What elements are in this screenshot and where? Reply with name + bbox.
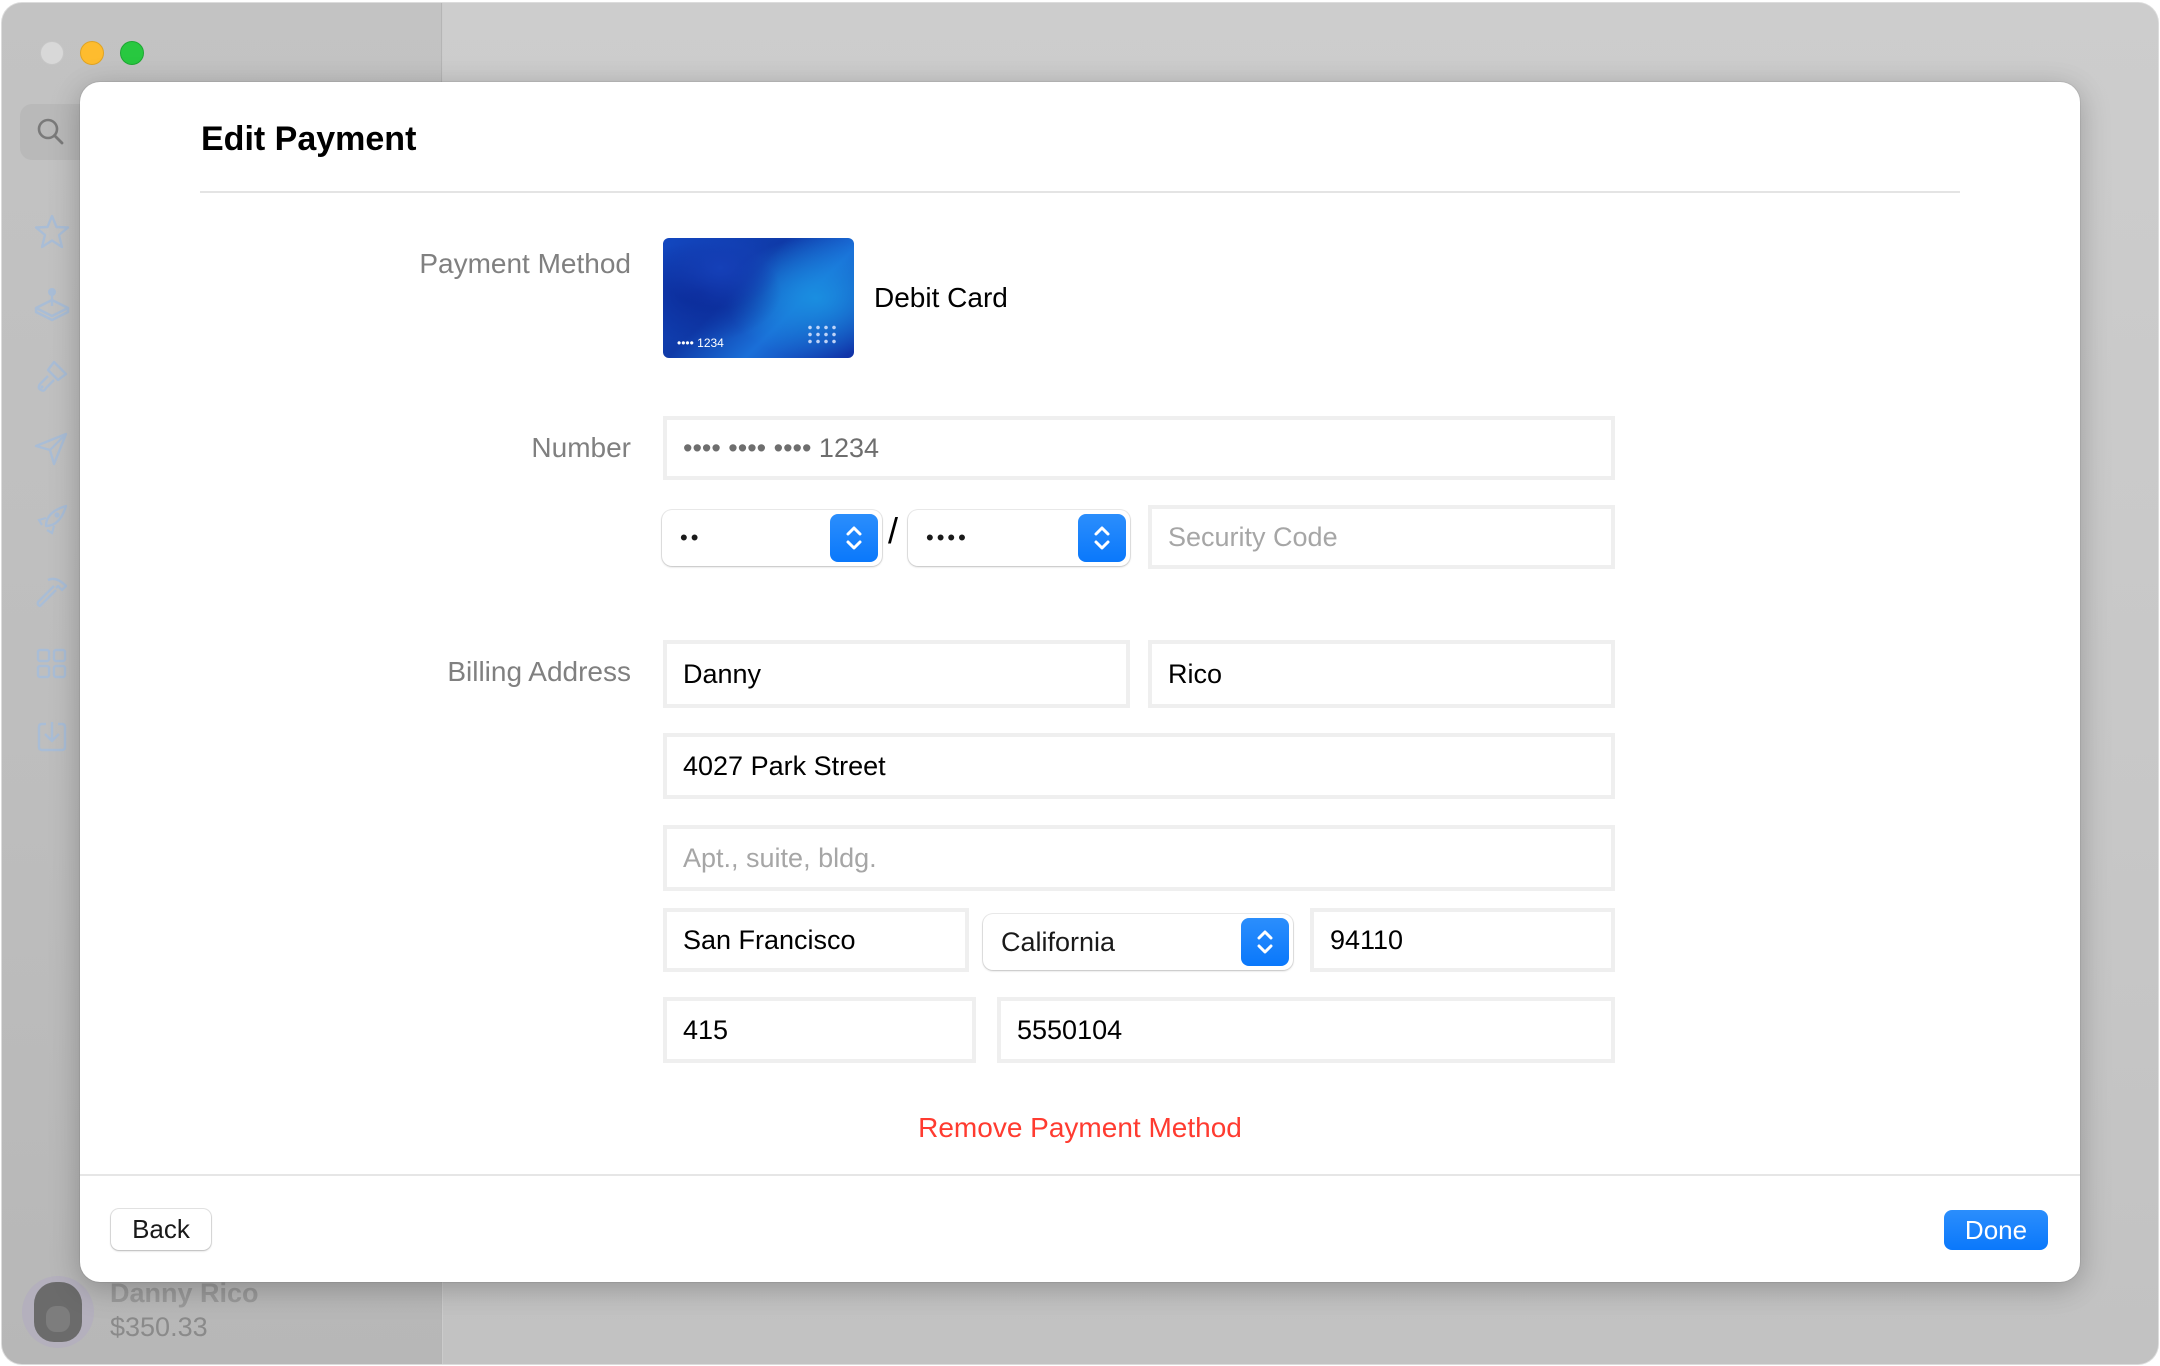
search-icon — [37, 118, 64, 145]
city-field[interactable]: San Francisco — [663, 908, 969, 972]
street-field[interactable]: 4027 Park Street — [663, 733, 1615, 799]
joystick-icon — [34, 288, 70, 322]
sidebar-item-work[interactable] — [32, 428, 72, 468]
header-divider — [200, 191, 1960, 193]
phone-field[interactable]: 5550104 — [997, 997, 1615, 1063]
first-name-field[interactable]: Danny — [663, 640, 1130, 708]
apt-field[interactable]: Apt., suite, bldg. — [663, 825, 1615, 891]
card-type: Debit Card — [874, 282, 1008, 313]
expiry-month-value: •• — [680, 525, 702, 550]
zoom-window-button[interactable] — [120, 41, 144, 65]
security-code-field[interactable]: Security Code — [1148, 505, 1615, 569]
last-name-field[interactable]: Rico — [1148, 640, 1615, 708]
sidebar-item-create[interactable] — [32, 356, 72, 396]
expiry-year-value: •••• — [926, 525, 969, 550]
sheet-title: Edit Payment — [201, 120, 417, 158]
user-balance: $350.33 — [110, 1312, 208, 1342]
sidebar-item-arcade[interactable] — [32, 284, 72, 324]
account-button[interactable]: Danny Rico $350.33 — [22, 1276, 422, 1348]
expiry-month-stepper[interactable] — [830, 514, 878, 562]
card-number-value: •••• •••• •••• 1234 — [683, 432, 880, 463]
expiry-separator: / — [888, 510, 899, 551]
avatar — [22, 1276, 94, 1348]
billing-address-label: Billing Address — [447, 656, 631, 687]
footer-divider — [80, 1174, 2080, 1176]
card-number-field[interactable]: •••• •••• •••• 1234 — [663, 416, 1615, 480]
sidebar-item-categories[interactable] — [32, 644, 72, 684]
apt-placeholder: Apt., suite, bldg. — [683, 842, 877, 873]
edit-payment-sheet: Edit Payment Payment Method •••• 1234 De… — [80, 82, 2080, 1282]
card-last-digits: •••• 1234 — [677, 336, 724, 350]
chevron-up-down-icon — [1094, 526, 1110, 550]
state-stepper[interactable] — [1241, 918, 1289, 966]
done-button[interactable]: Done — [1944, 1210, 2048, 1250]
expiry-year-select[interactable]: •••• — [908, 510, 1130, 566]
state-select[interactable]: California — [983, 914, 1293, 970]
payment-method-label: Payment Method — [419, 248, 631, 279]
phone-value: 5550104 — [1017, 1014, 1123, 1045]
sidebar-item-updates[interactable] — [32, 716, 72, 756]
sidebar-item-discover[interactable] — [32, 212, 72, 252]
rocket-icon — [37, 504, 68, 535]
expiry-year-stepper[interactable] — [1078, 514, 1126, 562]
download-icon — [37, 722, 67, 752]
zip-value: 94110 — [1330, 924, 1404, 955]
paintbrush-icon — [37, 360, 68, 392]
first-name-value: Danny — [683, 658, 762, 689]
city-value: San Francisco — [683, 924, 856, 955]
hammer-icon — [36, 577, 68, 608]
close-window-button[interactable] — [40, 41, 64, 65]
zip-field[interactable]: 94110 — [1310, 908, 1615, 972]
back-button[interactable]: Back — [111, 1209, 211, 1250]
user-name: Danny Rico — [110, 1278, 259, 1308]
security-code-placeholder: Security Code — [1168, 521, 1338, 552]
minimize-window-button[interactable] — [80, 41, 104, 65]
area-code-field[interactable]: 415 — [663, 997, 976, 1063]
expiry-month-select[interactable]: •• — [662, 510, 882, 566]
state-value: California — [1001, 926, 1116, 957]
paperplane-icon — [34, 432, 68, 466]
area-code-value: 415 — [683, 1014, 729, 1045]
sidebar-item-play[interactable] — [32, 500, 72, 540]
remove-payment-method-button[interactable]: Remove Payment Method — [80, 1112, 2080, 1144]
number-label: Number — [531, 432, 631, 463]
street-value: 4027 Park Street — [683, 750, 886, 781]
card-chip-dots — [806, 324, 838, 344]
star-icon — [34, 214, 70, 249]
chevron-up-down-icon — [1257, 930, 1273, 954]
grid-icon — [36, 648, 67, 679]
sidebar-item-develop[interactable] — [32, 572, 72, 612]
card-image: •••• 1234 — [663, 238, 854, 358]
chevron-up-down-icon — [846, 526, 862, 550]
last-name-value: Rico — [1168, 658, 1223, 689]
